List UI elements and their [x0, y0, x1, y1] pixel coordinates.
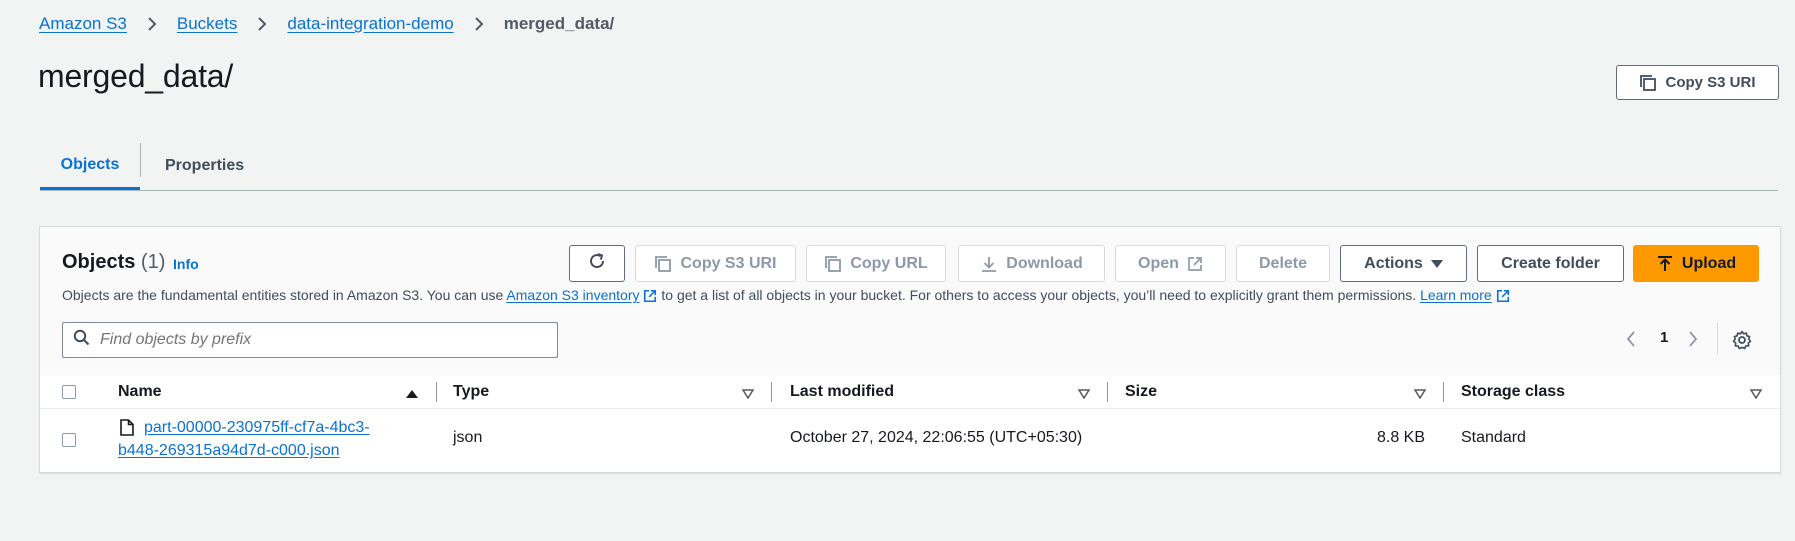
objects-heading: Objects (1) [62, 251, 165, 274]
table-row: part-00000-230975ff-cf7a-4bc3- b448-2693… [40, 409, 1780, 471]
description-prefix: Objects are the fundamental entities sto… [62, 287, 504, 303]
inventory-link[interactable]: Amazon S3 inventory [506, 287, 657, 303]
breadcrumb-bucket[interactable]: data-integration-demo [287, 14, 453, 34]
info-link[interactable]: Info [173, 256, 199, 272]
search-field[interactable] [62, 322, 558, 358]
download-label: Download [1006, 254, 1083, 272]
copy-s3-uri-button[interactable]: Copy S3 URI [1616, 65, 1779, 100]
open-label: Open [1138, 254, 1179, 272]
current-page-number[interactable]: 1 [1660, 329, 1668, 346]
upload-button[interactable]: Upload [1633, 245, 1759, 282]
tab-divider [140, 143, 141, 177]
description-middle: to get a list of all objects in your buc… [661, 287, 1417, 303]
copy-icon [1639, 74, 1657, 92]
column-header-storage-class[interactable]: Storage class [1461, 375, 1565, 408]
copy-icon [654, 255, 672, 273]
settings-gear-icon[interactable] [1732, 330, 1752, 355]
breadcrumb: Amazon S3 Buckets data-integration-demo … [39, 13, 614, 35]
download-button[interactable]: Download [958, 245, 1105, 282]
tab-properties[interactable]: Properties [165, 143, 244, 189]
copy-s3-uri-label: Copy S3 URI [1665, 74, 1756, 91]
sort-icon[interactable] [1413, 386, 1427, 404]
sort-ascending-icon[interactable] [406, 386, 418, 404]
open-button[interactable]: Open [1115, 245, 1226, 282]
select-all-checkbox[interactable] [62, 385, 76, 399]
tab-objects[interactable]: Objects [40, 143, 140, 190]
column-separator[interactable] [771, 382, 772, 402]
objects-title: Objects [62, 251, 136, 273]
learn-more-label: Learn more [1420, 287, 1492, 303]
external-link-icon [643, 289, 657, 306]
upload-icon [1656, 255, 1674, 273]
external-link-icon [1496, 289, 1510, 306]
sort-icon[interactable] [1077, 386, 1091, 404]
pagination-divider [1717, 323, 1718, 355]
objects-count: (1) [140, 251, 166, 273]
file-icon [120, 419, 134, 436]
refresh-button[interactable] [569, 245, 625, 282]
external-link-icon [1187, 256, 1203, 272]
column-separator[interactable] [1443, 382, 1444, 402]
object-type: json [453, 429, 483, 446]
chevron-right-icon [141, 13, 163, 35]
objects-panel: Objects (1) Info Copy S3 URI Copy URL Do… [39, 226, 1781, 473]
object-storage-class: Standard [1461, 429, 1526, 446]
objects-description: Objects are the fundamental entities sto… [62, 287, 1510, 306]
download-icon [980, 255, 998, 273]
next-page-icon[interactable] [1688, 331, 1698, 352]
create-folder-label: Create folder [1501, 254, 1600, 272]
tabs: Objects Properties [40, 143, 1778, 191]
search-input[interactable] [98, 330, 532, 350]
sort-icon[interactable] [1749, 386, 1763, 404]
chevron-right-icon [251, 13, 273, 35]
refresh-icon [587, 251, 607, 276]
column-header-name[interactable]: Name [118, 375, 162, 408]
table-header: Name Type Last modified Size Storage cla… [40, 375, 1780, 409]
object-size: 8.8 KB [1376, 429, 1425, 446]
object-last-modified: October 27, 2024, 22:06:55 (UTC+05:30) [790, 429, 1083, 446]
inventory-link-label: Amazon S3 inventory [506, 287, 640, 303]
previous-page-icon[interactable] [1626, 331, 1636, 352]
caret-down-icon [1430, 259, 1443, 269]
chevron-right-icon [468, 13, 490, 35]
column-separator[interactable] [436, 382, 437, 402]
object-name-link-line2[interactable]: b448-269315a94d7d-c000.json [118, 442, 340, 459]
delete-label: Delete [1258, 254, 1308, 272]
column-header-last-modified[interactable]: Last modified [790, 375, 894, 408]
column-header-size[interactable]: Size [1125, 375, 1157, 408]
copy-s3-uri-toolbar-button[interactable]: Copy S3 URI [635, 245, 796, 282]
column-header-type[interactable]: Type [453, 375, 489, 408]
search-icon [73, 329, 90, 351]
copy-url-label: Copy URL [850, 254, 928, 272]
actions-dropdown[interactable]: Actions [1340, 245, 1467, 282]
column-separator[interactable] [1107, 382, 1108, 402]
delete-button[interactable]: Delete [1236, 245, 1330, 282]
create-folder-button[interactable]: Create folder [1477, 245, 1624, 282]
actions-label: Actions [1364, 254, 1423, 272]
copy-s3-uri-toolbar-label: Copy S3 URI [680, 254, 777, 272]
page-title: merged_data/ [38, 58, 234, 94]
copy-url-button[interactable]: Copy URL [806, 245, 946, 282]
breadcrumb-current: merged_data/ [503, 14, 615, 33]
copy-icon [824, 255, 842, 273]
object-name-cell: part-00000-230975ff-cf7a-4bc3- b448-2693… [118, 416, 370, 462]
sort-icon[interactable] [741, 386, 755, 404]
row-checkbox[interactable] [62, 433, 76, 447]
object-name-link-line1[interactable]: part-00000-230975ff-cf7a-4bc3- [144, 416, 370, 439]
upload-label: Upload [1681, 254, 1737, 272]
learn-more-link[interactable]: Learn more [1420, 287, 1510, 303]
breadcrumb-buckets[interactable]: Buckets [177, 14, 237, 34]
breadcrumb-amazon-s3[interactable]: Amazon S3 [39, 14, 127, 34]
objects-panel-header: Objects (1) Info Copy S3 URI Copy URL Do… [40, 227, 1780, 376]
